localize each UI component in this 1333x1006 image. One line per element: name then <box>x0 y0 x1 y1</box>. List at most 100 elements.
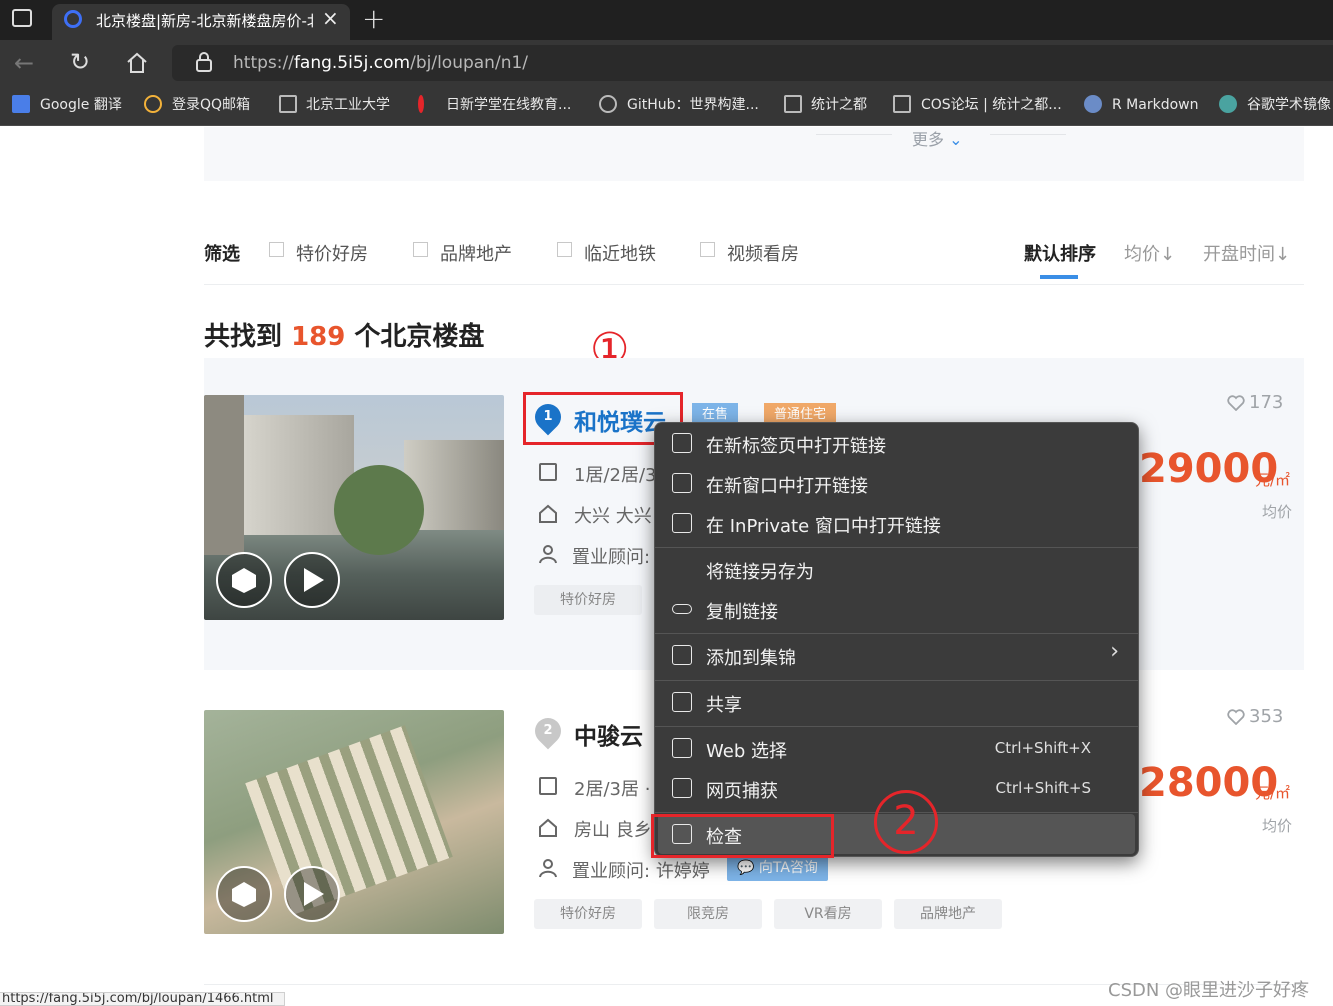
listing-tag: 特价好房 <box>534 585 642 615</box>
bookmark-item[interactable]: Google 翻译 <box>40 95 122 115</box>
new-tab-icon[interactable]: + <box>362 2 385 35</box>
consult-button[interactable]: 💬 向TA咨询 <box>727 855 828 881</box>
sort-label: 均价 <box>1124 244 1160 265</box>
menu-item[interactable]: 在新标签页中打开链接 <box>654 423 1139 463</box>
bookmark-item[interactable]: 登录QQ邮箱 <box>172 95 250 115</box>
agent-icon <box>539 859 557 878</box>
layout-icon <box>539 463 557 481</box>
bookmark-item[interactable]: GitHub：世界构建... <box>627 95 759 115</box>
menu-item[interactable]: 将链接另存为 <box>654 549 1139 589</box>
github-icon <box>599 95 617 113</box>
sort-option[interactable]: 开盘时间↓ <box>1203 240 1290 266</box>
menu-item[interactable]: Web 选择 Ctrl+Shift+X <box>654 728 1139 768</box>
menu-item[interactable]: 在 InPrivate 窗口中打开链接 <box>654 503 1139 543</box>
sort-label: 默认排序 <box>1024 244 1096 265</box>
filter-checkbox[interactable] <box>269 242 284 257</box>
sort-option[interactable]: 均价↓ <box>1124 240 1175 266</box>
new-window-icon <box>672 473 692 493</box>
web-capture-icon <box>672 778 692 798</box>
link-icon <box>672 604 692 614</box>
bookmark-item[interactable]: 统计之都 <box>811 95 867 115</box>
filter-label[interactable]: 特价好房 <box>296 240 368 266</box>
qq-mail-icon <box>144 95 162 113</box>
web-select-icon <box>672 738 692 758</box>
listing-name-2[interactable]: 中骏云 <box>574 717 643 751</box>
buildings-aerial <box>245 725 453 915</box>
bookmark-item[interactable]: R Markdown <box>1112 95 1198 115</box>
lock-icon[interactable] <box>195 52 213 72</box>
cube-icon <box>232 568 256 593</box>
listing-tag: 特价好房 <box>534 899 642 929</box>
bookmark-item[interactable]: 北京工业大学 <box>306 95 390 115</box>
agent-label-1: 置业顾问: <box>572 547 651 568</box>
menu-separator <box>654 726 1139 727</box>
close-tab-icon[interactable]: × <box>322 6 339 30</box>
menu-item-label: 网页捕获 <box>706 781 778 802</box>
filter-title: 筛选 <box>204 244 240 265</box>
heart-icon[interactable] <box>1227 395 1245 411</box>
divider <box>204 284 1304 285</box>
avg-label-1: 均价 <box>1262 503 1293 521</box>
layout-icon <box>539 777 557 795</box>
price-unit-2: 元/㎡ <box>1255 784 1291 802</box>
more-link[interactable]: 更多 ⌄ <box>912 126 963 150</box>
rixin-icon <box>418 95 424 113</box>
menu-item-label: 复制链接 <box>706 602 778 623</box>
filter-label[interactable]: 临近地铁 <box>584 240 656 266</box>
menu-item-label: 添加到集锦 <box>706 648 796 669</box>
filter-label[interactable]: 视频看房 <box>727 240 799 266</box>
arrow-down-icon: ↓ <box>1160 244 1176 265</box>
r-icon <box>1084 95 1102 113</box>
bookmark-item[interactable]: 日新学堂在线教育... <box>446 95 571 115</box>
menu-item[interactable]: 共享 <box>654 682 1139 722</box>
result-count: 共找到 189 个北京楼盘 <box>204 322 485 352</box>
listing-layout-1: 1居/2居/3 <box>574 465 657 486</box>
location-icon <box>539 504 557 523</box>
scholar-icon <box>1219 95 1237 113</box>
region-filter-box <box>204 127 1304 181</box>
bookmark-item[interactable]: COS论坛 | 统计之都... <box>921 95 1062 115</box>
chevron-down-icon: ⌄ <box>949 130 963 149</box>
status-bar-url: https://fang.5i5j.com/bj/loupan/1466.htm… <box>0 992 285 1006</box>
url-text[interactable]: https://fang.5i5j.com/bj/loupan/n1/ <box>233 53 528 73</box>
listing-tag: 品牌地产 <box>894 899 1002 929</box>
annotation-marker-2: 2 <box>874 790 938 854</box>
menu-item[interactable]: 添加到集锦 › <box>654 635 1139 675</box>
inprivate-icon <box>672 513 692 533</box>
tab-actions-icon[interactable] <box>12 9 32 27</box>
favorite-count-1: 173 <box>1249 392 1284 413</box>
play-icon <box>304 882 324 906</box>
back-icon[interactable]: ← <box>14 49 34 77</box>
filter-label[interactable]: 品牌地产 <box>440 240 512 266</box>
page-icon <box>893 95 911 113</box>
heart-icon[interactable] <box>1227 709 1245 725</box>
divider <box>816 134 892 135</box>
menu-separator <box>654 680 1139 681</box>
sort-option[interactable]: 默认排序 <box>1024 240 1096 266</box>
avg-label-2: 均价 <box>1262 817 1293 835</box>
menu-item[interactable]: 在新窗口中打开链接 <box>654 463 1139 503</box>
menu-shortcut: Ctrl+Shift+X <box>994 739 1091 757</box>
site-favicon-icon <box>64 10 82 28</box>
location-icon <box>539 818 557 837</box>
tab-title[interactable]: 北京楼盘|新房-北京新楼盘房价-北京 <box>96 10 314 31</box>
sort-label: 开盘时间 <box>1203 244 1275 265</box>
filter-checkbox[interactable] <box>557 242 572 257</box>
filter-checkbox[interactable] <box>700 242 715 257</box>
menu-item-label: 在新标签页中打开链接 <box>706 436 886 457</box>
google-translate-icon <box>12 95 30 113</box>
bookmark-item[interactable]: 谷歌学术镜像 <box>1247 95 1331 115</box>
menu-shortcut: Ctrl+Shift+S <box>995 779 1091 797</box>
listing-location-2: 房山 良乡 <box>574 820 652 841</box>
home-icon[interactable] <box>125 52 149 74</box>
refresh-icon[interactable]: ↻ <box>70 48 90 76</box>
play-icon <box>304 568 324 592</box>
menu-item-label: 在新窗口中打开链接 <box>706 476 868 497</box>
menu-item[interactable]: 复制链接 <box>654 589 1139 629</box>
chat-icon: 💬 <box>737 860 755 876</box>
menu-separator <box>654 633 1139 634</box>
watermark: CSDN @眼里进沙子好疼 <box>1108 980 1310 1001</box>
filter-checkbox[interactable] <box>413 242 428 257</box>
share-icon <box>672 692 692 712</box>
building <box>204 395 244 555</box>
